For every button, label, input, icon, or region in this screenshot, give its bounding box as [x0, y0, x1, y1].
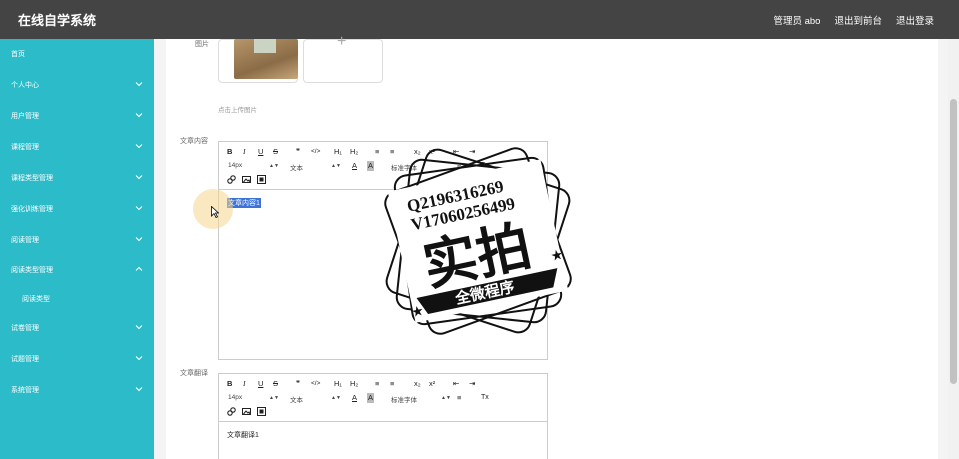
strike-button[interactable]: S [273, 147, 278, 157]
select-arrow-icon: ▲▼ [269, 395, 279, 401]
text-type-select[interactable]: 文本 [290, 162, 303, 172]
sidebar-item-reading-types[interactable]: 阅读类型管理 [0, 258, 154, 282]
code-button[interactable]: </> [311, 379, 320, 389]
clear-format-button[interactable]: Tx [481, 393, 489, 403]
bullet-list-button[interactable]: ≡ [390, 379, 394, 389]
quote-button[interactable]: ❞ [296, 379, 300, 389]
sidebar-item-label: 强化训练管理 [11, 206, 53, 213]
sidebar-item-label: 个人中心 [11, 82, 39, 89]
upload-hint: 点击上传图片 [218, 107, 257, 114]
sidebar-item-courses[interactable]: 课程管理 [0, 135, 154, 159]
link-icon[interactable] [227, 175, 236, 184]
chevron-down-icon [135, 144, 143, 149]
sidebar-item-label: 系统管理 [11, 387, 39, 394]
sidebar-item-system[interactable]: 系统管理 [0, 378, 154, 402]
select-arrow-icon: ▲▼ [331, 163, 341, 169]
chevron-down-icon [135, 237, 143, 242]
sidebar-item-label: 用户管理 [11, 113, 39, 120]
chevron-down-icon [135, 82, 143, 87]
sidebar-item-users[interactable]: 用户管理 [0, 104, 154, 128]
heading2-button[interactable]: H₂ [350, 147, 358, 157]
font-size-select[interactable]: 14px [228, 162, 242, 169]
font-color-button[interactable]: A [352, 393, 357, 403]
sidebar-item-personal-center[interactable]: 个人中心 [0, 73, 154, 97]
chevron-down-icon [135, 356, 143, 361]
ordered-list-button[interactable]: ≡ [375, 379, 379, 389]
sidebar-item-label: 试题管理 [11, 356, 39, 363]
select-arrow-icon: ▲▼ [441, 395, 451, 401]
heading1-button[interactable]: H₁ [334, 379, 342, 389]
underline-button[interactable]: U [258, 379, 263, 389]
back-to-front-link[interactable]: 退出到前台 [834, 13, 882, 27]
sidebar-subitem-reading-type[interactable]: 阅读类型 [0, 287, 154, 311]
text-type-select[interactable]: 文本 [290, 394, 303, 404]
link-icon[interactable] [227, 407, 236, 416]
logout-link[interactable]: 退出登录 [896, 13, 934, 27]
sidebar: 首页 个人中心 用户管理 课程管理 课程类型管理 强化训练管理 阅读管理 阅读类… [0, 39, 154, 459]
indent-button[interactable]: ⇥ [469, 379, 475, 389]
sidebar-item-label: 阅读管理 [11, 237, 39, 244]
select-arrow-icon: ▲▼ [331, 395, 341, 401]
sidebar-item-label: 试卷管理 [11, 325, 39, 332]
star-icon: ★ [549, 246, 565, 264]
chevron-down-icon [135, 206, 143, 211]
chevron-down-icon [135, 325, 143, 330]
chevron-down-icon [135, 113, 143, 118]
chevron-down-icon [135, 387, 143, 392]
sidebar-item-label: 课程类型管理 [11, 175, 53, 182]
heading1-button[interactable]: H₁ [334, 147, 342, 157]
sidebar-item-label: 课程管理 [11, 144, 39, 151]
chevron-down-icon [135, 175, 143, 180]
outdent-button[interactable]: ⇤ [453, 379, 459, 389]
vertical-scrollbar[interactable] [948, 39, 959, 459]
mouse-cursor-icon [211, 206, 219, 218]
sidebar-item-questions[interactable]: 试题管理 [0, 347, 154, 371]
translation-editor-toolbar: B I U S ❞ </> H₁ H₂ ≡ ≡ x₂ x² ⇤ ⇥ 14px ▲… [219, 374, 547, 422]
translation-field-label: 文章翻译 [180, 370, 208, 377]
translation-editor-text[interactable]: 文章翻译1 [227, 430, 259, 440]
font-family-select[interactable]: 标准字体 [391, 394, 417, 404]
bold-button[interactable]: B [227, 147, 232, 157]
scrollbar-thumb[interactable] [950, 99, 957, 384]
heading2-button[interactable]: H₂ [350, 379, 358, 389]
italic-button[interactable]: I [243, 147, 246, 157]
underline-button[interactable]: U [258, 147, 263, 157]
translation-editor[interactable]: B I U S ❞ </> H₁ H₂ ≡ ≡ x₂ x² ⇤ ⇥ 14px ▲… [218, 373, 548, 459]
app-title: 在线自学系统 [18, 13, 97, 28]
sidebar-item-label: 阅读类型管理 [11, 267, 53, 274]
video-icon[interactable] [257, 407, 266, 416]
top-header: 在线自学系统 管理员 abo 退出到前台 退出登录 [0, 0, 959, 39]
background-color-button[interactable]: A [367, 393, 375, 403]
superscript-button[interactable]: x² [429, 379, 435, 389]
sidebar-item-papers[interactable]: 试卷管理 [0, 316, 154, 340]
sidebar-item-training[interactable]: 强化训练管理 [0, 197, 154, 221]
select-arrow-icon: ▲▼ [269, 163, 279, 169]
italic-button[interactable]: I [243, 379, 246, 389]
sidebar-item-reading[interactable]: 阅读管理 [0, 228, 154, 252]
plus-icon: + [337, 33, 347, 50]
image-icon[interactable] [242, 407, 251, 416]
chevron-up-icon [135, 266, 143, 271]
book-cover-image [234, 39, 298, 79]
sidebar-item-course-types[interactable]: 课程类型管理 [0, 166, 154, 190]
strike-button[interactable]: S [273, 379, 278, 389]
quote-button[interactable]: ❞ [296, 147, 300, 157]
admin-user-label[interactable]: 管理员 abo [773, 13, 820, 27]
subscript-button[interactable]: x₂ [414, 379, 421, 389]
code-button[interactable]: </> [311, 147, 320, 157]
sidebar-item-home[interactable]: 首页 [0, 42, 154, 66]
sidebar-item-label: 阅读类型 [22, 296, 50, 303]
video-icon[interactable] [257, 175, 266, 184]
sidebar-item-label: 首页 [11, 51, 25, 58]
watermark-stamp: Q2196316269 V17060256499 实拍 全微程序 ★ ★ [384, 147, 572, 335]
content-field-label: 文章内容 [180, 138, 208, 145]
bold-button[interactable]: B [227, 379, 232, 389]
image-icon[interactable] [242, 175, 251, 184]
font-color-button[interactable]: A [352, 161, 357, 171]
align-button[interactable]: ≡ [457, 393, 461, 403]
font-size-select[interactable]: 14px [228, 394, 242, 401]
image-field-label: 图片 [195, 41, 209, 48]
header-actions: 管理员 abo 退出到前台 退出登录 [773, 13, 934, 27]
